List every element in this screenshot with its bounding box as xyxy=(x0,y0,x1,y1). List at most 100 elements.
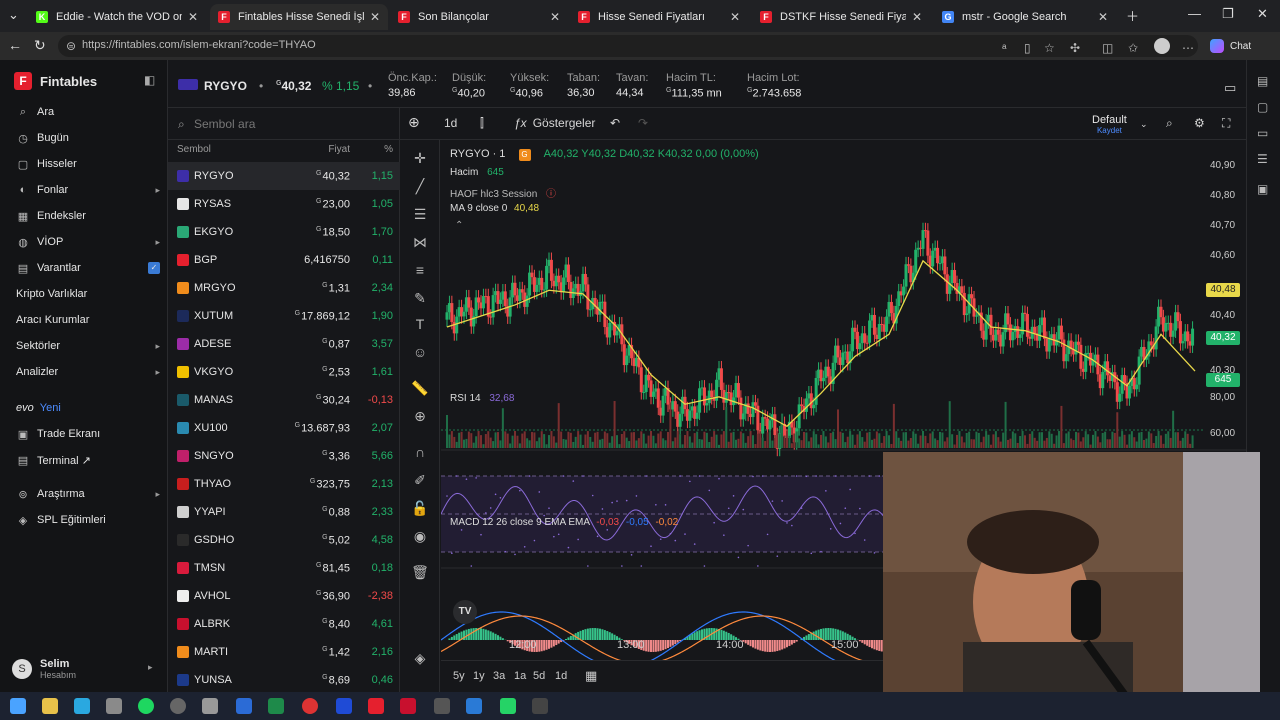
range-1m[interactable]: 1a xyxy=(514,670,526,682)
close-tab-icon[interactable]: ✕ xyxy=(550,10,560,24)
panel-toggle-icon[interactable]: ▭ xyxy=(1224,80,1236,96)
back-icon[interactable]: ← xyxy=(8,37,22,53)
favorite-star-icon[interactable]: ☆ xyxy=(1044,41,1055,55)
watchlist-row[interactable]: VKGYO G2,53 1,61 xyxy=(168,358,400,386)
range-5y[interactable]: 5y xyxy=(453,670,465,682)
nav-item[interactable]: ▢ Hisseler xyxy=(16,154,160,174)
extensions-icon[interactable]: ✣ xyxy=(1070,41,1080,55)
text-tool-icon[interactable]: T xyxy=(410,316,430,332)
horizontal-lines-icon[interactable]: ☰ xyxy=(410,206,430,223)
whatsapp-icon[interactable] xyxy=(500,698,516,714)
site-info-icon[interactable]: ⊜ xyxy=(66,39,76,53)
crosshair-icon[interactable]: ✛ xyxy=(410,150,430,167)
app-icon[interactable] xyxy=(400,698,416,714)
portfolio-icon[interactable]: ▣ xyxy=(1257,182,1268,196)
pattern-icon[interactable]: ⋈ xyxy=(410,234,430,251)
fib-icon[interactable]: ≡ xyxy=(410,262,430,278)
nav-item[interactable]: Kripto Varlıklar xyxy=(16,284,160,304)
maximize-icon[interactable]: ❐ xyxy=(1222,6,1234,22)
lock-drawing-icon[interactable]: ✐ xyxy=(410,472,430,489)
chevron-down-icon[interactable]: ⌄ xyxy=(1140,119,1148,130)
watchlist-row[interactable]: YYAPI G0,88 2,33 xyxy=(168,498,400,526)
watchlist-row[interactable]: THYAO G323,75 2,13 xyxy=(168,470,400,498)
browser-tab[interactable]: F Fintables Hisse Senedi İşlem Ekran ✕ xyxy=(210,4,388,30)
reader-icon[interactable]: ▯ xyxy=(1024,41,1031,55)
layers-icon[interactable]: ◈ xyxy=(410,650,430,667)
range-1y[interactable]: 1y xyxy=(473,670,485,682)
col-price[interactable]: Fiyat xyxy=(328,144,350,155)
watchlist-row[interactable]: YUNSA G8,69 0,46 xyxy=(168,666,400,694)
profile-avatar[interactable] xyxy=(1154,38,1170,54)
watchlist-row[interactable]: GSDHO G5,02 4,58 xyxy=(168,526,400,554)
nav-research[interactable]: ⊚ Araştırma ▸ xyxy=(16,484,160,504)
new-tab-button[interactable]: ＋ xyxy=(1126,6,1139,25)
zoom-in-icon[interactable]: ⊕ xyxy=(410,408,430,425)
nav-item[interactable]: ▦ Endeksler xyxy=(16,206,160,226)
brush-icon[interactable]: ✎ xyxy=(410,290,430,307)
eye-icon[interactable]: ◉ xyxy=(410,528,430,545)
browser-tab[interactable]: F Hisse Senedi Fiyatları ✕ xyxy=(570,4,748,30)
collapse-legend-icon[interactable]: ⌃ xyxy=(455,220,463,231)
close-window-icon[interactable]: ✕ xyxy=(1257,6,1268,22)
undo-icon[interactable]: ↶ xyxy=(610,116,620,130)
app-icon[interactable] xyxy=(336,698,352,714)
more-menu-icon[interactable]: ⋯ xyxy=(1182,41,1194,55)
app-icon[interactable] xyxy=(106,698,122,714)
watchlist-row[interactable]: RYGYO G40,32 1,15 xyxy=(168,162,400,190)
news-icon[interactable]: ☰ xyxy=(1257,152,1268,166)
header-symbol[interactable]: RYGYO xyxy=(204,79,247,93)
notes-icon[interactable]: ▢ xyxy=(1257,100,1268,114)
range-1d[interactable]: 1d xyxy=(555,670,567,682)
lock-icon[interactable]: 🔓 xyxy=(410,500,430,517)
translate-icon[interactable]: ᵃ xyxy=(1002,41,1006,55)
emoji-icon[interactable]: ☺ xyxy=(410,344,430,360)
range-5d[interactable]: 5d xyxy=(533,670,545,682)
watchlist-row[interactable]: ADESE G0,87 3,57 xyxy=(168,330,400,358)
add-symbol-icon[interactable]: ⊕ xyxy=(408,114,420,131)
browser-tab[interactable]: F DSTKF Hisse Senedi Fiyatı, Grafiği ✕ xyxy=(752,4,930,30)
nav-item[interactable]: ◷ Bugün xyxy=(16,128,160,148)
collapse-sidebar-icon[interactable]: ◧ xyxy=(144,73,155,87)
nav-item[interactable]: Sektörler ▸ xyxy=(16,336,160,356)
indicators-button[interactable]: ƒx Göstergeler xyxy=(514,116,595,130)
range-3m[interactable]: 3a xyxy=(493,670,505,682)
brand[interactable]: F Fintables xyxy=(14,72,97,90)
candle-type-icon[interactable]: ⫿ xyxy=(480,116,484,131)
url-field[interactable]: ⊜ https://fintables.com/islem-ekrani?cod… xyxy=(58,35,1198,57)
close-tab-icon[interactable]: ✕ xyxy=(188,10,198,24)
spotify-icon[interactable] xyxy=(138,698,154,714)
magnet-icon[interactable]: ∩ xyxy=(410,444,430,460)
excel-icon[interactable] xyxy=(268,698,284,714)
minimize-icon[interactable]: — xyxy=(1188,6,1201,21)
layout-selector[interactable]: Default Kaydet xyxy=(1092,114,1127,135)
user-account[interactable]: S Selim Hesabım ▸ xyxy=(12,658,153,680)
nav-item[interactable]: ▤ Varantlar ✓ xyxy=(16,258,160,278)
browser-tab[interactable]: Gmstr - Google Search ✕ xyxy=(934,4,1116,30)
symbol-search-input[interactable] xyxy=(194,115,384,133)
watchlist-row[interactable]: MARTI G1,42 2,16 xyxy=(168,638,400,666)
trash-icon[interactable]: 🗑 xyxy=(410,564,430,581)
nav-spl[interactable]: ◈ SPL Eğitimleri xyxy=(16,510,160,530)
watchlist-row[interactable]: XU100 G13.687,93 2,07 xyxy=(168,414,400,442)
col-percent[interactable]: % xyxy=(384,144,393,155)
windows-start-icon[interactable] xyxy=(10,698,26,714)
copilot-chat-button[interactable]: Chat xyxy=(1210,39,1251,53)
watchlist-row[interactable]: XUTUM G17.869,12 1,90 xyxy=(168,302,400,330)
trendline-icon[interactable]: ╱ xyxy=(410,178,430,195)
browser-tab[interactable]: F Son Bilançolar ✕ xyxy=(390,4,568,30)
nav-evo[interactable]: evo Yeni xyxy=(16,398,160,418)
split-icon[interactable]: ◫ xyxy=(1102,41,1113,55)
watchlist-row[interactable]: RYSAS G23,00 1,05 xyxy=(168,190,400,218)
watchlist-row[interactable]: TMSN G81,45 0,18 xyxy=(168,554,400,582)
word-icon[interactable] xyxy=(236,698,252,714)
watchlist-row[interactable]: MANAS G30,24 -0,13 xyxy=(168,386,400,414)
nav-item[interactable]: Analizler ▸ xyxy=(16,362,160,382)
browser-tab[interactable]: K Eddie - Watch the VOD on Ki ✕ xyxy=(28,4,206,30)
chat-icon[interactable]: ▭ xyxy=(1257,126,1268,140)
watchlist-row[interactable]: EKGYO G18,50 1,70 xyxy=(168,218,400,246)
tradingview-logo[interactable]: TV xyxy=(453,600,477,624)
fullscreen-icon[interactable]: ⛶ xyxy=(1222,116,1230,131)
watchlist-row[interactable]: SNGYO G3,36 5,66 xyxy=(168,442,400,470)
close-tab-icon[interactable]: ✕ xyxy=(370,10,380,24)
quick-search-icon[interactable]: ⌕ xyxy=(1166,116,1173,131)
